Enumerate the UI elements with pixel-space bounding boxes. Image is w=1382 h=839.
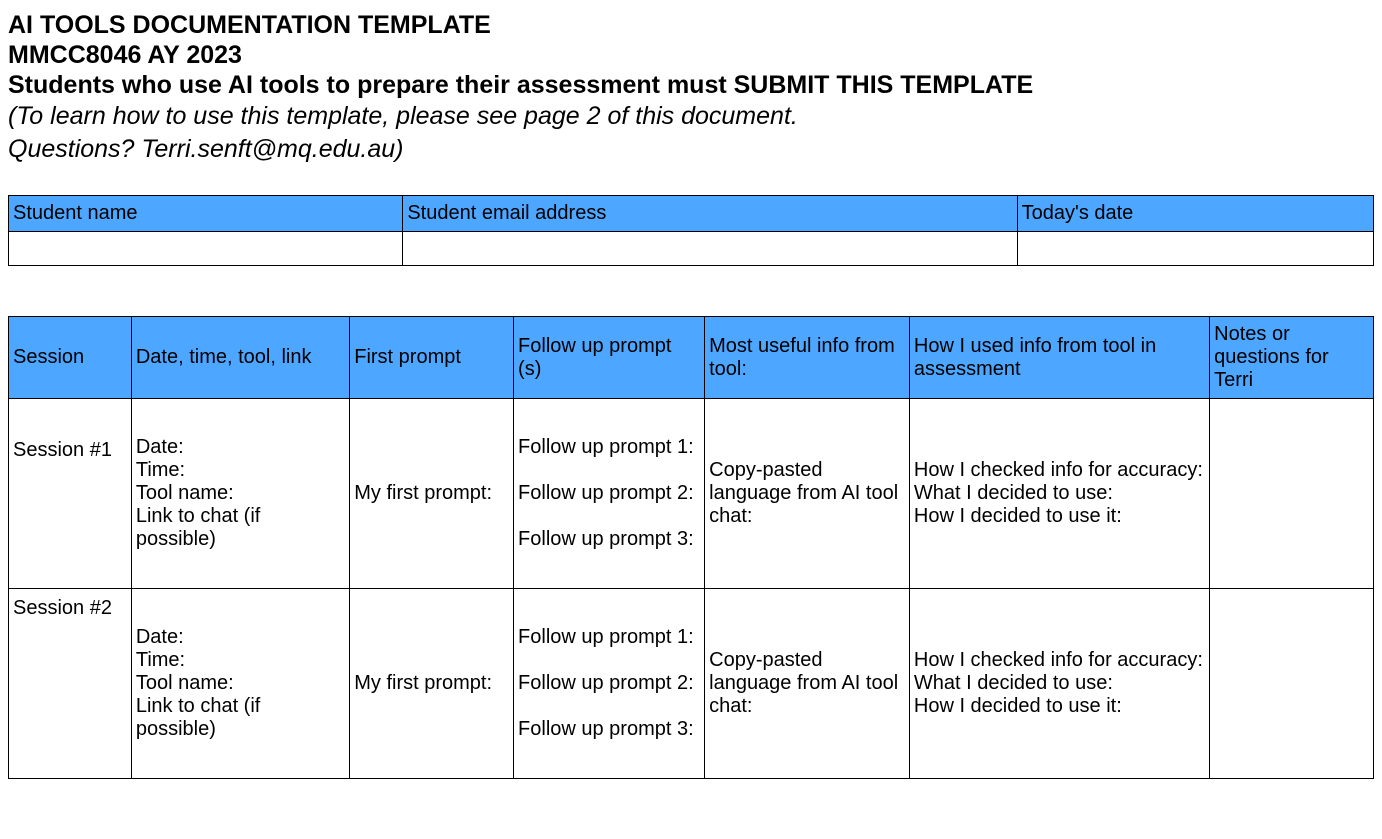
cell-todays-date[interactable] xyxy=(1017,232,1373,266)
cell-student-name[interactable] xyxy=(9,232,403,266)
header-date: Date, time, tool, link xyxy=(131,317,349,399)
cell-session-1: Session #1 xyxy=(9,399,132,589)
cell-follow-1[interactable]: Follow up prompt 1: Follow up prompt 2: … xyxy=(514,399,705,589)
header-follow-up: Follow up prompt (s) xyxy=(514,317,705,399)
header-notes: Notes or questions for Terri xyxy=(1210,317,1374,399)
cell-how-1[interactable]: How I checked info for accuracy: What I … xyxy=(909,399,1209,589)
header-first-prompt: First prompt xyxy=(350,317,514,399)
instruction-line-2: Questions? Terri.senft@mq.edu.au) xyxy=(8,133,1374,166)
header-useful-info: Most useful info from tool: xyxy=(705,317,910,399)
cell-notes-2[interactable] xyxy=(1210,589,1374,779)
header-student-email: Student email address xyxy=(403,196,1017,232)
cell-first-1[interactable]: My first prompt: xyxy=(350,399,514,589)
cell-date-2[interactable]: Date: Time: Tool name: Link to chat (if … xyxy=(131,589,349,779)
header-session: Session xyxy=(9,317,132,399)
cell-follow-2[interactable]: Follow up prompt 1: Follow up prompt 2: … xyxy=(514,589,705,779)
document-header: AI TOOLS DOCUMENTATION TEMPLATE MMCC8046… xyxy=(8,10,1374,165)
subtitle-line: Students who use AI tools to prepare the… xyxy=(8,70,1374,100)
cell-date-1[interactable]: Date: Time: Tool name: Link to chat (if … xyxy=(131,399,349,589)
cell-useful-1[interactable]: Copy-pasted language from AI tool chat: xyxy=(705,399,910,589)
student-info-table: Student name Student email address Today… xyxy=(8,195,1374,266)
cell-first-2[interactable]: My first prompt: xyxy=(350,589,514,779)
session-row-1: Session #1 Date: Time: Tool name: Link t… xyxy=(9,399,1374,589)
subtitle-text: Students who use AI tools to prepare the… xyxy=(8,71,1033,99)
instruction-line-1: (To learn how to use this template, plea… xyxy=(8,100,1374,133)
session-row-2: Session #2 Date: Time: Tool name: Link t… xyxy=(9,589,1374,779)
cell-student-email[interactable] xyxy=(403,232,1017,266)
cell-useful-2[interactable]: Copy-pasted language from AI tool chat: xyxy=(705,589,910,779)
student-info-row xyxy=(9,232,1374,266)
title-line-2: MMCC8046 AY 2023 xyxy=(8,40,1374,70)
header-how-used: How I used info from tool in assessment xyxy=(909,317,1209,399)
cell-how-2[interactable]: How I checked info for accuracy: What I … xyxy=(909,589,1209,779)
sessions-table: Session Date, time, tool, link First pro… xyxy=(8,316,1374,779)
cell-notes-1[interactable] xyxy=(1210,399,1374,589)
header-todays-date: Today's date xyxy=(1017,196,1373,232)
cell-session-2: Session #2 xyxy=(9,589,132,779)
title-line-1: AI TOOLS DOCUMENTATION TEMPLATE xyxy=(8,10,1374,40)
header-student-name: Student name xyxy=(9,196,403,232)
